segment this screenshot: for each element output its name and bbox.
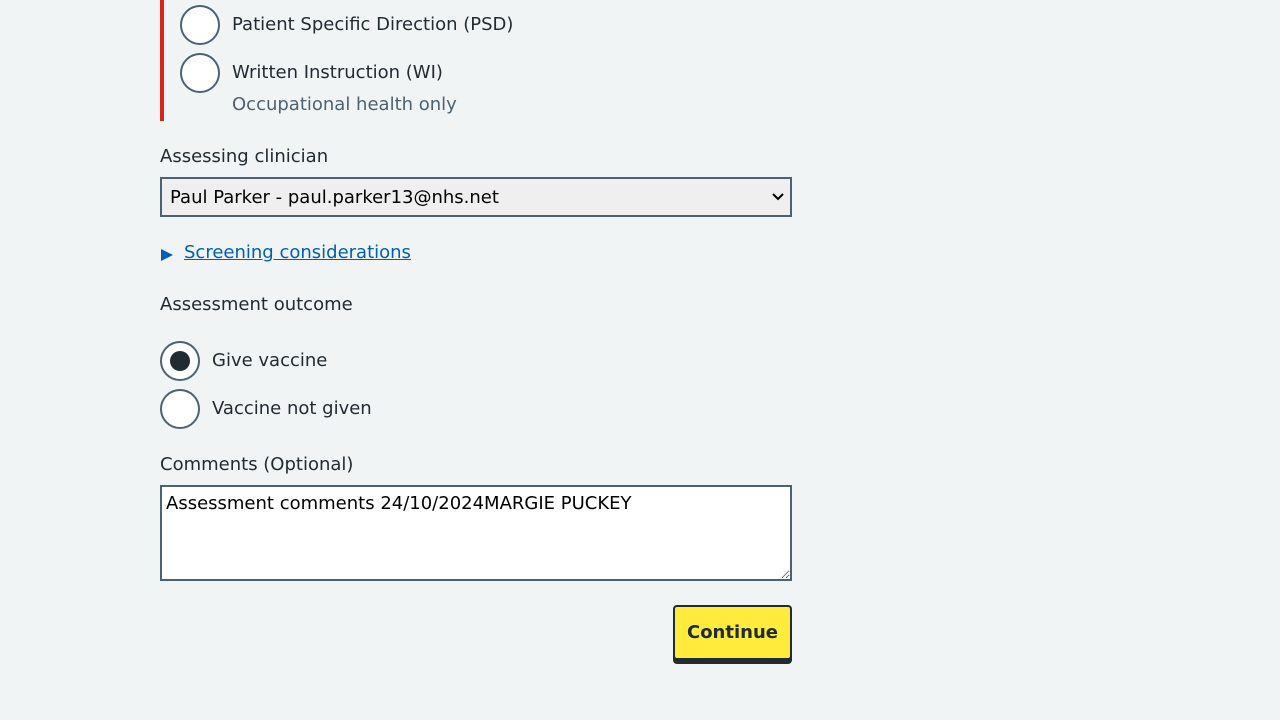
radio-label-give-vaccine: Give vaccine [212,350,328,371]
radio-option-wi[interactable]: Written Instruction (WI) [180,53,443,93]
screening-considerations-details[interactable]: Screening considerations [160,241,411,265]
radio-wi[interactable] [180,53,220,93]
continue-button[interactable]: Continue [673,605,792,660]
triangle-right-icon [161,248,173,261]
assessing-clinician-select[interactable]: Paul Parker - paul.parker13@nhs.net [160,177,792,217]
radio-label-psd: Patient Specific Direction (PSD) [232,14,514,35]
radio-option-give-vaccine[interactable]: Give vaccine [160,341,327,381]
radio-give-vaccine[interactable] [160,341,200,381]
comments-textarea[interactable]: Assessment comments 24/10/2024MARGIE PUC… [160,485,792,581]
radio-option-psd[interactable]: Patient Specific Direction (PSD) [180,5,513,45]
radio-hint-wi: Occupational health only [232,94,457,115]
page: Patient Specific Direction (PSD) Written… [0,0,1280,720]
radio-option-vaccine-not-given[interactable]: Vaccine not given [160,389,372,429]
comments-label: Comments (Optional) [160,454,354,475]
screening-considerations-link[interactable]: Screening considerations [184,241,411,265]
assessment-outcome-label: Assessment outcome [160,294,353,315]
assessing-clinician-label: Assessing clinician [160,146,329,167]
radio-vaccine-not-given[interactable] [160,389,200,429]
radio-psd[interactable] [180,5,220,45]
radio-label-vaccine-not-given: Vaccine not given [212,398,372,419]
chevron-down-icon [766,193,790,201]
radio-label-wi: Written Instruction (WI) [232,62,443,83]
assessing-clinician-value: Paul Parker - paul.parker13@nhs.net [170,186,499,208]
